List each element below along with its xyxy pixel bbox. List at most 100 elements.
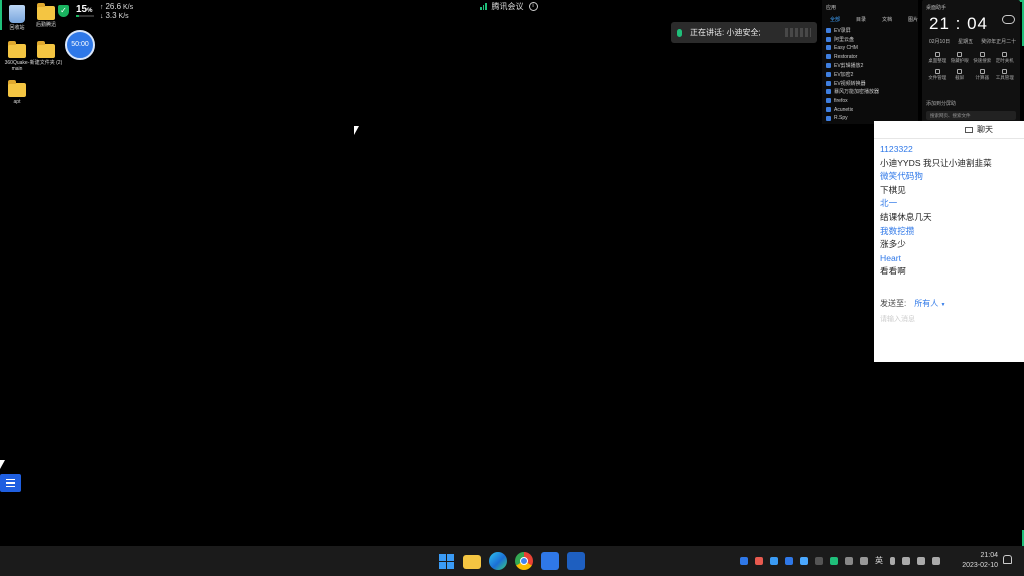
tool-icon xyxy=(979,69,985,74)
chat-input[interactable]: 请输入消息 xyxy=(880,314,915,324)
app-list-item[interactable]: Easy CHM xyxy=(826,44,914,53)
network-icon[interactable] xyxy=(917,556,925,565)
app-list: EV录屏 阿里云盘 Easy CHM Restorator EV剪辑播放2 EV… xyxy=(826,26,914,123)
folder-icon xyxy=(37,3,55,20)
taskbar-apps xyxy=(437,552,585,570)
app-name: 阿里云盘 xyxy=(834,36,855,43)
tool-label: 工具管理 xyxy=(995,75,1014,80)
app-name: Easy CHM xyxy=(834,44,858,51)
cpu-usage[interactable]: 15% xyxy=(76,4,92,15)
meeting-bar[interactable]: 腾讯会议 i xyxy=(480,0,538,12)
info-icon[interactable]: i xyxy=(528,1,538,11)
message-sender[interactable]: 1123322 xyxy=(880,143,1018,157)
tool-button[interactable]: 桌面整理 xyxy=(926,52,949,64)
apps-tab[interactable]: 全部 xyxy=(830,16,840,23)
app-list-item[interactable]: firefox xyxy=(826,96,914,105)
app-list-item[interactable]: 阿里云盘 xyxy=(826,35,914,44)
folder-icon xyxy=(8,80,26,97)
clock-date: 02月10日 xyxy=(929,39,951,45)
tool-button[interactable]: 隐藏护眼 xyxy=(949,52,972,64)
app-list-item[interactable]: Acunetix xyxy=(826,105,914,114)
download-value: 3.3 xyxy=(105,11,117,20)
tool-label: 定时关机 xyxy=(995,58,1014,63)
shield-icon[interactable] xyxy=(770,556,778,565)
chrome-icon[interactable] xyxy=(515,552,533,570)
chat-messages: 1123322 小迪YYDS 我只让小迪割韭菜 微笑代码狗 下棋见 北一 结课休… xyxy=(874,139,1024,283)
message-sender[interactable]: Heart xyxy=(880,252,1018,266)
windows-start-icon[interactable] xyxy=(437,552,455,570)
desktop-icon-folder[interactable]: apt xyxy=(0,80,34,105)
app-list-item[interactable]: EV录屏 xyxy=(826,26,914,35)
clock-time: 21 : 04 xyxy=(929,14,988,33)
app-icon xyxy=(826,71,831,77)
floating-menu-button[interactable] xyxy=(0,474,21,492)
mic-icon[interactable] xyxy=(890,556,895,565)
app-list-item[interactable]: 暴风万能加密播放器 xyxy=(826,88,914,97)
security-shield-icon[interactable]: ✓ xyxy=(58,5,69,17)
app-icon xyxy=(826,45,831,51)
tray-app-icon[interactable] xyxy=(740,556,748,565)
app-list-item[interactable]: EV视频转换器 xyxy=(826,79,914,88)
tool-icon xyxy=(957,69,963,74)
cloud-icon[interactable] xyxy=(1002,15,1015,24)
tool-button[interactable]: 截屏 xyxy=(949,69,972,81)
desktop-icon-folder[interactable]: 新建文件夹 (2) xyxy=(29,41,63,66)
rate-unit: K/s xyxy=(118,13,129,20)
message-sender[interactable]: 我数挖攒 xyxy=(880,225,1018,239)
edge-icon[interactable] xyxy=(489,552,507,570)
audio-level-icon xyxy=(785,28,811,37)
speaker-icon[interactable] xyxy=(902,556,910,565)
taskbar-date: 2023-02-10 xyxy=(962,562,998,569)
mic-icon xyxy=(677,28,682,37)
speaking-text: 正在讲话: 小迪安全; xyxy=(690,28,761,37)
app-name: Restorator xyxy=(834,53,858,60)
tray-app-icon[interactable] xyxy=(785,556,793,565)
app-remote-icon[interactable] xyxy=(567,552,585,570)
tool-button[interactable]: 定时关机 xyxy=(994,52,1017,64)
message-text: 看看啊 xyxy=(880,266,906,277)
ime-indicator[interactable]: 英 xyxy=(875,555,883,566)
app-list-item[interactable]: EV加密2 xyxy=(826,70,914,79)
apps-tab[interactable]: 文档 xyxy=(882,16,892,23)
tray-app-icon[interactable] xyxy=(830,556,838,565)
app-icon xyxy=(826,98,831,104)
tray-app-icon[interactable] xyxy=(815,556,823,565)
desktop-icon-label: 新建文件夹 (2) xyxy=(29,60,63,66)
tool-button[interactable]: 快速搜索 xyxy=(971,52,994,64)
app-list-item[interactable]: Restorator xyxy=(826,52,914,61)
add-split-link[interactable]: 添加到分屏助 xyxy=(926,100,956,107)
apps-tab[interactable]: 图片 xyxy=(908,16,918,23)
desktop-icon-label: 后勤腾迅 xyxy=(35,22,56,28)
message-sender[interactable]: 北一 xyxy=(880,197,1018,211)
message-sender[interactable]: 微笑代码狗 xyxy=(880,170,1018,184)
upload-speed: ↑ 26.6 K/s xyxy=(100,2,134,11)
app-name: EV加密2 xyxy=(834,71,854,78)
tray-app-icon[interactable] xyxy=(800,556,808,565)
tool-label: 截屏 xyxy=(955,75,965,80)
battery-icon[interactable] xyxy=(860,556,868,565)
volume-icon[interactable] xyxy=(932,556,940,565)
app-blue-icon[interactable] xyxy=(541,552,559,570)
tray-app-icon[interactable] xyxy=(845,556,853,565)
rate-unit: K/s xyxy=(122,4,134,11)
app-list-item[interactable]: EV剪辑播放2 xyxy=(826,61,914,70)
tool-button[interactable]: 文件管理 xyxy=(926,69,949,81)
app-name: EV录屏 xyxy=(834,27,851,34)
countdown-timer[interactable]: 50:00 xyxy=(65,30,95,60)
notification-icon[interactable] xyxy=(1003,555,1012,564)
tool-button[interactable]: 工具管理 xyxy=(994,69,1017,81)
app-icon xyxy=(826,89,831,95)
app-name: firefox xyxy=(834,97,848,104)
taskbar-clock[interactable]: 21:04 2023-02-10 xyxy=(958,551,998,571)
message-text: 小迪YYDS 我只让小迪割韭菜 xyxy=(880,157,992,168)
send-to-select[interactable]: 所有人 ▼ xyxy=(914,298,945,309)
mouse-cursor-icon xyxy=(0,460,5,469)
app-icon xyxy=(826,107,831,113)
widget-search-input[interactable]: 搜索网页、搜索文件 xyxy=(926,111,1016,120)
apps-tab[interactable]: 目录 xyxy=(856,16,866,23)
tool-button[interactable]: 计算器 xyxy=(971,69,994,81)
tool-icon xyxy=(979,52,985,57)
send-to-label: 发送至: xyxy=(880,299,907,308)
tray-app-icon[interactable] xyxy=(755,556,763,565)
file-explorer-icon[interactable] xyxy=(463,555,481,569)
